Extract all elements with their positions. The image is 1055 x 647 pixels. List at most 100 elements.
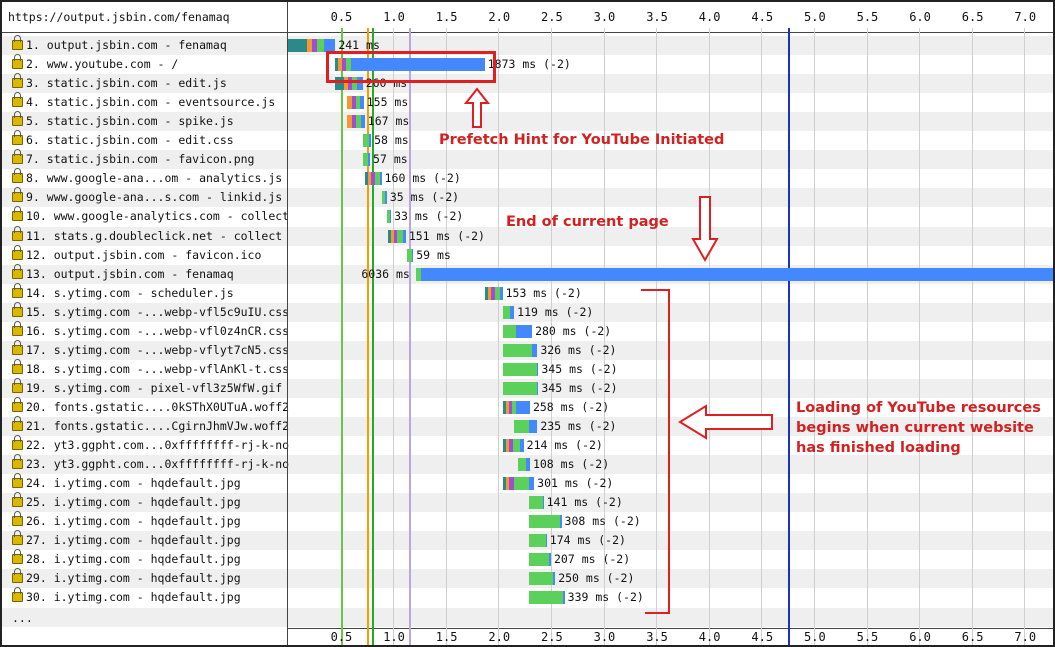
request-duration: 108 ms (-2) [532,457,610,472]
table-row: 7. static.jsbin.com - favicon.png [2,149,1053,170]
request-bar [387,229,406,243]
request-name: 10. www.google-analytics.com - collect [26,209,290,224]
bar-segment [525,458,530,472]
lock-icon [12,206,23,222]
lock-icon [12,530,23,546]
request-name: 22. yt3.ggpht.com...0xffffffff-rj-k-no [26,438,290,453]
bar-segment [412,248,414,262]
request-name: 13. output.jsbin.com - fenamaq [26,266,234,281]
request-duration: 33 ms (-2) [394,209,464,224]
request-bar [528,496,544,510]
request-duration: 155 ms [366,95,409,110]
request-label: 11. stats.g.doubleclick.net - collect [12,225,283,244]
request-name: 17. s.ytimg.com -...webp-vflyt7cN5.css [26,342,290,357]
gridline [709,28,710,645]
lock-icon [12,301,23,317]
lock-icon [12,225,23,241]
lock-icon [12,587,23,603]
request-name: 11. stats.g.doubleclick.net - collect [26,228,283,243]
bar-segment [528,572,554,586]
bar-segment [520,439,524,453]
request-bar [386,210,392,224]
request-duration: 6036 ms [361,266,410,281]
bar-segment [532,343,538,357]
request-label: 24. i.ytimg.com - hqdefault.jpg [12,473,241,491]
request-label: 7. static.jsbin.com - favicon.png [12,149,254,167]
table-row: 26. i.ytimg.com - hqdefault.jpg [2,511,1053,531]
request-bar [502,400,530,414]
request-label: 6. static.jsbin.com - edit.css [12,130,234,148]
timing-marker-tick [788,28,790,34]
request-bar [346,115,365,129]
request-name: 29. i.ytimg.com - hqdefault.jpg [26,571,241,586]
request-duration: 339 ms (-2) [567,590,644,605]
request-name: 30. i.ytimg.com - hqdefault.jpg [26,590,241,605]
gridline [498,28,499,645]
lock-icon [12,416,23,431]
request-duration: 57 ms [373,152,408,167]
lock-icon [12,244,23,260]
axis-tick-label: 5.5 [856,10,879,24]
bar-segment [367,153,371,167]
timing-marker-tick [367,28,369,34]
bar-segment [560,515,562,529]
header-separator [2,32,1053,33]
bracket-icon [641,289,670,614]
request-name: 15. s.ytimg.com -...webp-vfl5c9uIU.css [26,304,290,319]
axis-tick-label: 5.5 [856,630,879,644]
request-bar [502,324,533,338]
request-duration: 241 ms [338,38,380,52]
bar-segment [516,324,533,338]
waterfall-chart: https://output.jsbin.com/fenamaq 1. outp… [0,0,1055,647]
bar-segment [562,591,565,605]
axis-tick-label: 3.5 [646,630,668,644]
request-bar [528,591,565,605]
request-bar [502,343,538,357]
bar-segment [514,477,529,491]
request-name: 28. i.ytimg.com - hqdefault.jpg [26,552,241,567]
request-name: 14. s.ytimg.com - scheduler.js [26,285,234,300]
lock-icon [12,396,23,412]
lock-icon [12,473,23,489]
axis-tick-label: 2.5 [541,630,563,644]
request-label: 10. www.google-analytics.com - collect [12,206,290,224]
request-bar [528,534,547,548]
axis-tick-label: 4.0 [698,10,721,24]
lock-icon [12,339,23,355]
table-row: 4. static.jsbin.com - eventsource.js [2,92,1053,112]
axis-tick-label: 2.0 [488,10,511,24]
request-name: 5. static.jsbin.com - spike.js [26,114,234,129]
axis-tick-label: 3.0 [593,630,616,644]
lock-icon [12,111,23,127]
bar-segment [528,515,561,529]
bar-segment [528,420,538,433]
down-arrow-icon [691,196,719,263]
table-row: 25. i.ytimg.com - hqdefault.jpg [2,492,1053,513]
request-bar [502,439,524,453]
request-label: 29. i.ytimg.com - hqdefault.jpg [12,568,241,586]
timing-marker-line [341,28,343,645]
timing-marker-tick [341,28,343,34]
request-bar [406,248,414,262]
axis-tick-label: 1.5 [435,10,458,24]
request-name: 23. yt3.ggpht.com...0xffffffff-rj-k-no [26,457,290,472]
request-bar [362,134,372,148]
bar-segment [516,400,530,414]
request-name: 12. output.jsbin.com - favicon.ico [26,247,262,262]
request-duration: 235 ms (-2) [540,419,617,433]
request-label: 20. fonts.gstatic....0kSThX0UTuA.woff2 [12,396,289,415]
request-name: 24. i.ytimg.com - hqdefault.jpg [26,476,241,491]
bar-segment [402,229,406,243]
axis-tick-label: 5.0 [804,630,826,644]
table-row: 12. output.jsbin.com - favicon.ico [2,244,1053,265]
annotation-loading-line-2: begins when current website [796,420,1034,436]
lock-icon [12,73,23,89]
lock-icon [12,92,23,108]
request-duration: 160 ms (-2) [384,171,461,186]
table-row: 27. i.ytimg.com - hqdefault.jpg [2,530,1053,551]
request-label: 14. s.ytimg.com - scheduler.js [12,282,234,301]
request-label: 19. s.ytimg.com - pixel-vfl3z5WfW.gif [12,377,282,396]
bar-segment [553,572,556,586]
axis-tick-label: 6.0 [909,10,931,24]
lock-icon [12,168,23,184]
